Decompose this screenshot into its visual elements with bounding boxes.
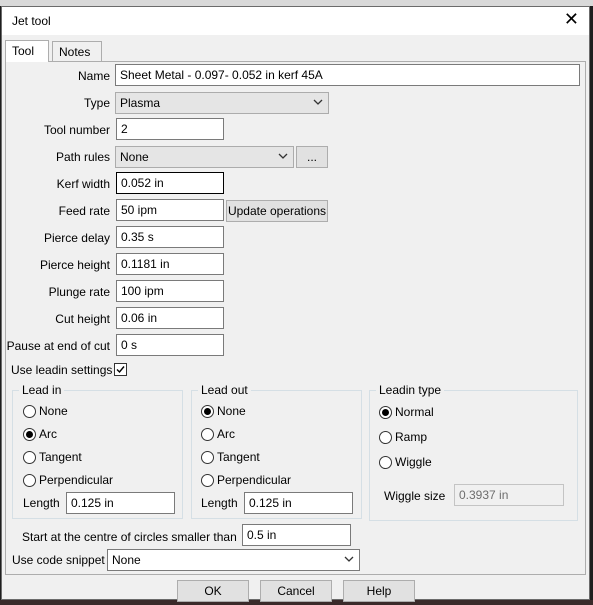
code-snippet-label: Use code snippet [12, 553, 105, 567]
use-leadin-checkbox[interactable] [114, 363, 127, 376]
leadin-type-ramp-label: Ramp [395, 430, 428, 444]
tab-tool[interactable]: Tool [5, 40, 49, 62]
title-bar: Jet tool ✕ [2, 7, 589, 35]
ok-button[interactable]: OK [177, 580, 249, 602]
leadin-type-normal-radio[interactable] [379, 406, 392, 419]
lead-in-arc-radio[interactable] [23, 428, 36, 441]
plunge-rate-field[interactable]: 100 ipm [116, 280, 224, 302]
pierce-height-label: Pierce height [39, 258, 110, 272]
leadin-type-wiggle-label: Wiggle [395, 455, 432, 469]
window-title: Jet tool [12, 14, 51, 28]
lead-in-none-label: None [39, 404, 68, 418]
type-select[interactable]: Plasma [115, 92, 329, 114]
feed-rate-label: Feed rate [58, 204, 110, 218]
chevron-down-icon [278, 153, 288, 159]
start-centre-field[interactable]: 0.5 in [242, 524, 351, 546]
pause-end-field[interactable]: 0 s [116, 334, 224, 356]
lead-out-title: Lead out [198, 383, 251, 397]
pierce-height-field[interactable]: 0.1181 in [116, 253, 224, 275]
lead-in-none-radio[interactable] [23, 405, 36, 418]
lead-in-perpendicular-radio[interactable] [23, 474, 36, 487]
cut-height-label: Cut height [55, 312, 110, 326]
lead-out-none-label: None [217, 404, 246, 418]
checkmark-icon [116, 366, 125, 374]
code-snippet-value: None [112, 553, 141, 567]
close-icon[interactable]: ✕ [564, 10, 579, 28]
pause-end-label: Pause at end of cut [6, 339, 110, 353]
leadin-type-title: Leadin type [376, 383, 445, 397]
leadin-type-wiggle-radio[interactable] [379, 456, 392, 469]
lead-in-tangent-label: Tangent [39, 450, 82, 464]
type-label: Type [83, 96, 110, 110]
wiggle-size-label: Wiggle size [384, 489, 446, 503]
use-leadin-label: Use leadin settings [11, 363, 113, 377]
chevron-down-icon [313, 99, 323, 105]
lead-out-none-radio[interactable] [201, 405, 214, 418]
lead-in-length-field[interactable]: 0.125 in [66, 492, 175, 514]
lead-out-tangent-radio[interactable] [201, 451, 214, 464]
path-rules-label: Path rules [55, 150, 110, 164]
lead-in-perpendicular-label: Perpendicular [39, 473, 114, 487]
code-snippet-select[interactable]: None [107, 549, 360, 571]
lead-in-length-label: Length [23, 496, 60, 510]
lead-in-tangent-radio[interactable] [23, 451, 36, 464]
name-field[interactable]: Sheet Metal - 0.097- 0.052 in kerf 45A [115, 64, 580, 86]
tool-number-field[interactable]: 2 [116, 118, 224, 140]
chevron-down-icon [344, 556, 354, 562]
cut-height-field[interactable]: 0.06 in [116, 307, 224, 329]
start-centre-label: Start at the centre of circles smaller t… [22, 530, 237, 544]
type-select-value: Plasma [120, 96, 161, 110]
lead-in-arc-label: Arc [39, 427, 57, 441]
name-label: Name [77, 69, 110, 83]
feed-rate-field[interactable]: 50 ipm [116, 199, 224, 221]
pierce-delay-label: Pierce delay [43, 231, 110, 245]
update-operations-button[interactable]: Update operations [226, 200, 328, 222]
tool-number-label: Tool number [43, 123, 110, 137]
lead-out-arc-radio[interactable] [201, 428, 214, 441]
path-rules-select[interactable]: None [115, 146, 294, 168]
lead-out-perpendicular-label: Perpendicular [217, 473, 292, 487]
tab-notes[interactable]: Notes [52, 41, 102, 61]
wiggle-size-field[interactable]: 0.3937 in [454, 484, 564, 506]
path-rules-value: None [120, 150, 149, 164]
lead-out-tangent-label: Tangent [217, 450, 260, 464]
cancel-button[interactable]: Cancel [260, 580, 332, 602]
lead-in-title: Lead in [19, 383, 65, 397]
lead-out-length-label: Length [201, 496, 238, 510]
help-button[interactable]: Help [343, 580, 415, 602]
plunge-rate-label: Plunge rate [48, 285, 110, 299]
leadin-type-ramp-radio[interactable] [379, 431, 392, 444]
lead-out-arc-label: Arc [217, 427, 235, 441]
kerf-width-field[interactable]: 0.052 in [116, 172, 224, 194]
jet-tool-dialog: Jet tool ✕ Tool Notes Name Sheet Metal -… [1, 6, 590, 602]
leadin-type-normal-label: Normal [395, 405, 434, 419]
lead-out-length-field[interactable]: 0.125 in [244, 492, 353, 514]
path-rules-browse-button[interactable]: ... [296, 146, 328, 168]
kerf-width-label: Kerf width [56, 177, 110, 191]
pierce-delay-field[interactable]: 0.35 s [116, 226, 224, 248]
lead-out-perpendicular-radio[interactable] [201, 474, 214, 487]
